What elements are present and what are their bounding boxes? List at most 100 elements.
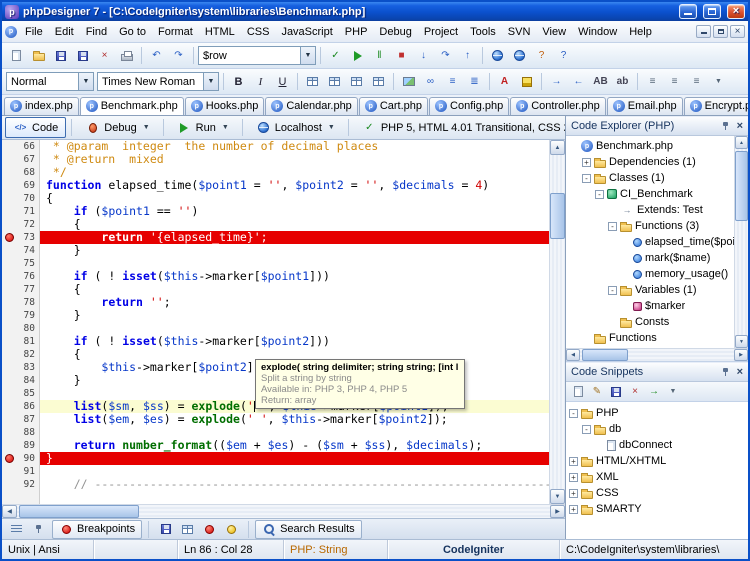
code-view-tab[interactable]: </> Code: [5, 117, 67, 138]
explorer-item[interactable]: → Extends: Test: [566, 202, 734, 218]
menu-go-to[interactable]: Go to: [113, 23, 152, 41]
underline-button[interactable]: U: [272, 71, 293, 92]
outdent-button[interactable]: ←: [568, 71, 589, 92]
menu-project[interactable]: Project: [418, 23, 464, 41]
scroll-up-icon[interactable]: ▲: [735, 136, 748, 149]
save-snippet-button[interactable]: [607, 383, 625, 401]
scroll-down-icon[interactable]: ▼: [735, 335, 748, 348]
code-line[interactable]: if ($point1 == ''): [40, 205, 549, 218]
file-tab-cart-php[interactable]: p Cart.php: [358, 97, 429, 115]
line-number[interactable]: 71: [2, 205, 39, 218]
run-debug-button[interactable]: [347, 45, 368, 66]
restore-button[interactable]: [703, 4, 721, 19]
line-number[interactable]: 86: [2, 400, 39, 413]
step-out-button[interactable]: ↑: [457, 45, 478, 66]
explorer-item[interactable]: + Dependencies (1): [566, 154, 734, 170]
pin-icon[interactable]: [719, 119, 734, 134]
new-file-button[interactable]: [6, 45, 27, 66]
line-number[interactable]: 74: [2, 244, 39, 257]
save-list-button[interactable]: [155, 519, 176, 539]
explorer-item[interactable]: p Benchmark.php: [566, 138, 734, 154]
debug-menu-button[interactable]: Debug ▼: [77, 117, 157, 138]
expand-icon[interactable]: +: [569, 504, 578, 514]
lowercase-button[interactable]: ab: [612, 71, 633, 92]
menu-file[interactable]: File: [19, 23, 49, 41]
line-number[interactable]: 77: [2, 283, 39, 296]
code-line[interactable]: * @return mixed: [40, 153, 549, 166]
line-number[interactable]: 87: [2, 413, 39, 426]
explorer-item[interactable]: elapsed_time($poin: [566, 234, 734, 250]
code-line[interactable]: function elapsed_time($point1 = '', $poi…: [40, 179, 549, 192]
explorer-item[interactable]: mark($name): [566, 250, 734, 266]
code-area[interactable]: * @param integer the number of decimal p…: [40, 140, 549, 504]
highlight-color-button[interactable]: [516, 71, 537, 92]
line-number[interactable]: 91: [2, 465, 39, 478]
ordered-list-button[interactable]: ≣: [464, 71, 485, 92]
snippet-item[interactable]: - PHP: [566, 405, 748, 421]
more-options-button[interactable]: ▼: [708, 71, 729, 92]
file-tab-hooks-php[interactable]: p Hooks.php: [184, 97, 265, 115]
collapse-icon[interactable]: -: [582, 173, 591, 183]
code-line[interactable]: }: [40, 244, 549, 257]
line-number[interactable]: 70: [2, 192, 39, 205]
line-number[interactable]: 72: [2, 218, 39, 231]
collapse-icon[interactable]: -: [608, 221, 617, 231]
menu-debug[interactable]: Debug: [373, 23, 417, 41]
file-tab-index-php[interactable]: p index.php: [4, 97, 79, 115]
line-number[interactable]: 85: [2, 387, 39, 400]
code-line[interactable]: return '{elapsed_time}';: [40, 231, 549, 244]
explorer-item[interactable]: - Classes (1): [566, 170, 734, 186]
expand-icon[interactable]: +: [569, 472, 578, 482]
delete-snippet-button[interactable]: ×: [626, 383, 644, 401]
line-number[interactable]: 78: [2, 296, 39, 309]
line-number[interactable]: 92: [2, 478, 39, 491]
font-combo[interactable]: Times New Roman ▼: [97, 72, 219, 91]
code-line[interactable]: return '';: [40, 296, 549, 309]
code-line[interactable]: if ( ! isset($this->marker[$point2])): [40, 335, 549, 348]
run-menu-button[interactable]: Run ▼: [169, 117, 237, 138]
close-file-button[interactable]: ×: [94, 45, 115, 66]
line-number[interactable]: 80: [2, 322, 39, 335]
snippet-item[interactable]: + SMARTY: [566, 501, 748, 517]
php-manual-button[interactable]: ?: [531, 45, 552, 66]
align-right-button[interactable]: ≡: [686, 71, 707, 92]
scroll-left-icon[interactable]: ◀: [566, 349, 580, 361]
font-color-button[interactable]: A: [494, 71, 515, 92]
line-number[interactable]: 68: [2, 166, 39, 179]
file-tab-encrypt-php[interactable]: pEncrypt.php: [683, 97, 748, 115]
explorer-item[interactable]: Functions: [566, 330, 734, 346]
panel-pin-button[interactable]: [28, 519, 49, 539]
details-grid-button[interactable]: [177, 519, 198, 539]
style-combo[interactable]: Normal ▼: [6, 72, 94, 91]
expand-icon[interactable]: +: [582, 157, 591, 167]
panel-list-button[interactable]: [6, 519, 27, 539]
insert-image-button[interactable]: [398, 71, 419, 92]
explorer-hscroll-thumb[interactable]: [582, 349, 628, 361]
explorer-item[interactable]: Consts: [566, 314, 734, 330]
line-number[interactable]: 89: [2, 439, 39, 452]
align-center-button[interactable]: ≡: [664, 71, 685, 92]
editor-hscrollbar[interactable]: ◀ ▶: [2, 504, 565, 518]
menu-css[interactable]: CSS: [241, 23, 276, 41]
document-minimize-button[interactable]: [696, 25, 711, 38]
line-number[interactable]: 90: [2, 452, 39, 465]
scroll-down-icon[interactable]: ▼: [550, 489, 565, 504]
close-panel-icon[interactable]: ×: [737, 120, 743, 132]
insert-column-button[interactable]: [346, 71, 367, 92]
close-button[interactable]: ×: [727, 4, 745, 19]
snippet-item[interactable]: + XML: [566, 469, 748, 485]
explorer-item[interactable]: - Functions (3): [566, 218, 734, 234]
code-line[interactable]: list($em, $es) = explode(' ', $this->mar…: [40, 413, 549, 426]
code-explorer-header[interactable]: Code Explorer (PHP) ×: [566, 116, 748, 136]
merge-cells-button[interactable]: [368, 71, 389, 92]
insert-row-button[interactable]: [324, 71, 345, 92]
snippet-item[interactable]: dbConnect: [566, 437, 748, 453]
unordered-list-button[interactable]: ≡: [442, 71, 463, 92]
line-number[interactable]: 82: [2, 348, 39, 361]
menu-format[interactable]: Format: [152, 23, 199, 41]
titlebar[interactable]: p phpDesigner 7 - [C:\CodeIgniter\system…: [2, 2, 748, 21]
server-menu-button[interactable]: Localhost ▼: [248, 117, 343, 138]
collapse-icon[interactable]: -: [569, 408, 578, 418]
line-number[interactable]: 66: [2, 140, 39, 153]
menu-javascript[interactable]: JavaScript: [275, 23, 338, 41]
